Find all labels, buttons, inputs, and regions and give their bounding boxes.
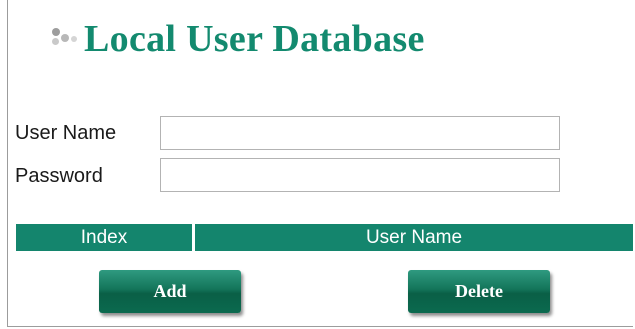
password-label: Password <box>15 165 103 187</box>
column-header-user-name[interactable]: User Name <box>195 224 633 251</box>
user-table-header: Index User Name <box>16 224 633 251</box>
page-title: Local User Database <box>84 18 425 60</box>
user-name-input[interactable] <box>160 116 560 150</box>
user-name-label: User Name <box>15 122 117 144</box>
dots-icon <box>50 24 80 54</box>
delete-button[interactable]: Delete <box>408 270 550 313</box>
page-header: Local User Database <box>50 16 425 62</box>
add-button[interactable]: Add <box>99 270 241 313</box>
password-input[interactable] <box>160 158 560 192</box>
column-header-index[interactable]: Index <box>16 224 192 251</box>
